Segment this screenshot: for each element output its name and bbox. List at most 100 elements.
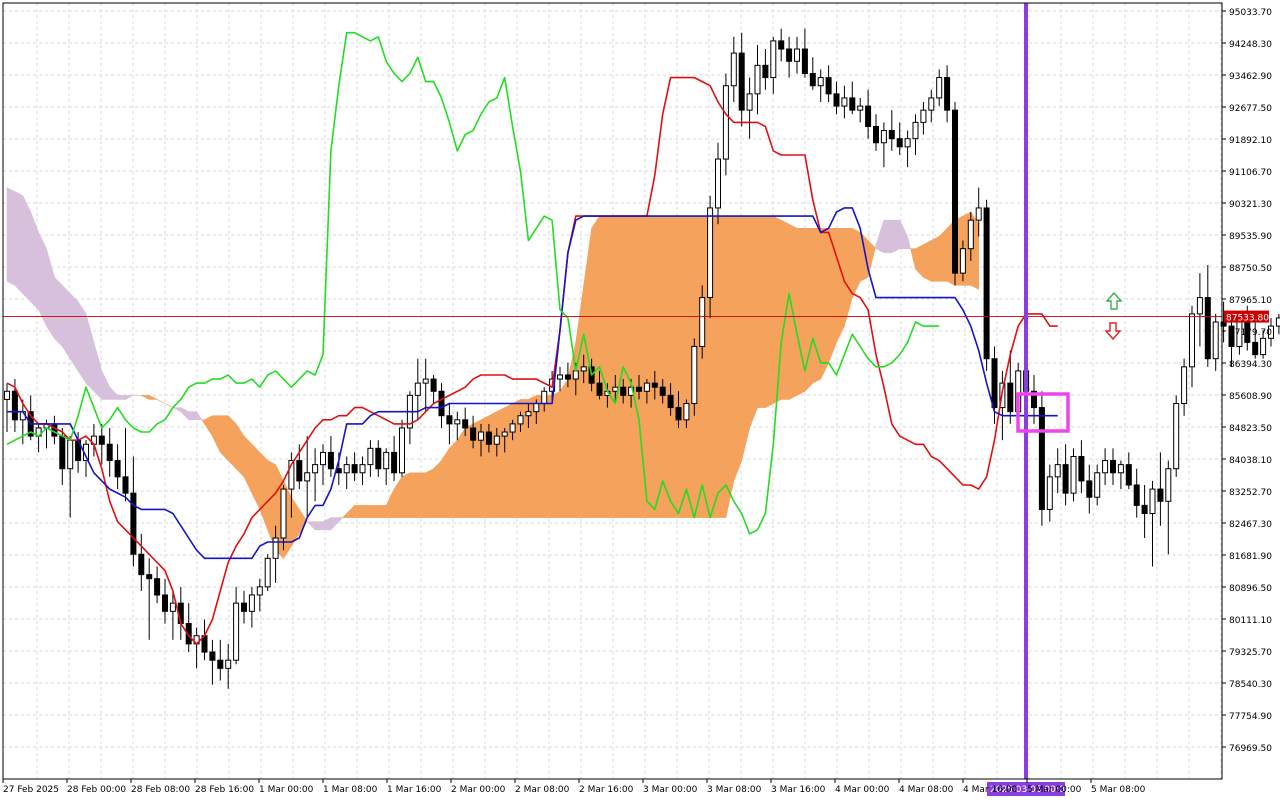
- cloud-segment: [559, 378, 569, 518]
- candle-body: [572, 370, 579, 380]
- cloud-segment: [22, 195, 32, 303]
- cloud-segment: [749, 215, 758, 429]
- cloud-segment: [54, 276, 63, 348]
- candle-body: [1212, 321, 1219, 360]
- candle-body: [225, 659, 232, 669]
- price-tick-label: 89535.90: [1229, 232, 1272, 242]
- cloud-segment: [765, 215, 774, 409]
- price-tick-label: 91892.10: [1229, 136, 1272, 146]
- cloud-segment: [828, 228, 837, 363]
- price-tick-label: 80896.50: [1229, 584, 1272, 594]
- time-tick-label: 2 Mar 08:00: [515, 785, 570, 795]
- candle-body: [383, 451, 390, 470]
- cloud-segment: [630, 215, 640, 518]
- cloud-segment: [725, 215, 735, 518]
- cloud-segment: [543, 395, 553, 518]
- chart-container[interactable]: 87533.80 2025.03.05 00:00 95033.70 94248.3…: [0, 0, 1280, 800]
- time-tick-label: 5 Mar 00:00: [1027, 785, 1082, 795]
- cloud-segment: [480, 415, 490, 518]
- candle-body: [1078, 455, 1085, 482]
- cloud-segment: [401, 472, 411, 518]
- cloud-segment: [220, 415, 229, 462]
- candle-body: [67, 439, 74, 470]
- candle-body: [541, 390, 548, 405]
- candle-body: [351, 464, 358, 474]
- time-tick-label: 28 Feb 08:00: [131, 785, 190, 795]
- candle-body: [722, 85, 729, 160]
- candle-body: [1007, 382, 1014, 413]
- time-tick-label: 2 Mar 00:00: [451, 785, 506, 795]
- candle-body: [517, 415, 524, 425]
- candle-body: [1204, 297, 1211, 360]
- candle-body: [391, 451, 398, 474]
- candle-body: [754, 64, 761, 95]
- candle-body: [422, 378, 429, 384]
- candle-body: [146, 574, 153, 580]
- price-tick-label: 78540.30: [1229, 680, 1272, 690]
- candle-body: [217, 659, 224, 669]
- cloud-segment: [441, 447, 450, 518]
- candle-body: [485, 431, 492, 445]
- cloud-segment: [504, 403, 513, 518]
- cloud-segment: [646, 215, 656, 518]
- candle-body: [809, 72, 816, 87]
- price-tick-label: 87965.10: [1229, 296, 1272, 306]
- time-tick-label: 1 Mar 00:00: [259, 785, 314, 795]
- candle-body: [991, 358, 998, 409]
- price-tick-label: 95033.70: [1229, 8, 1272, 18]
- time-tick-label: 3 Mar 00:00: [643, 785, 698, 795]
- price-tick-label: 85608.90: [1229, 392, 1272, 402]
- cloud-segment: [938, 227, 948, 282]
- cloud-segment: [607, 215, 616, 518]
- candle-body: [241, 602, 247, 612]
- ichimoku-chart[interactable]: 87533.802025.03.05 00:00 95033.7094248.3…: [0, 0, 1280, 800]
- time-tick-label: 28 Feb 00:00: [67, 785, 126, 795]
- candle-body: [1133, 484, 1140, 506]
- price-tick-label: 88750.50: [1229, 264, 1272, 274]
- cloud-segment: [883, 219, 893, 254]
- price-tick-label: 81681.90: [1229, 552, 1272, 562]
- candle-body: [375, 447, 382, 470]
- candle-body: [209, 651, 216, 661]
- cloud-segment: [14, 191, 24, 295]
- candle-body: [1102, 460, 1109, 474]
- candle-body: [304, 472, 311, 482]
- cloud-segment: [733, 215, 743, 482]
- cloud-segment: [923, 240, 932, 282]
- candle-body: [454, 419, 461, 425]
- cloud-segment: [449, 439, 458, 518]
- candle-body: [841, 97, 848, 107]
- price-tick-label: 86394.30: [1229, 360, 1272, 370]
- candle-body: [1196, 297, 1203, 315]
- cloud-segment: [188, 411, 197, 421]
- price-tick-label: 77754.90: [1229, 712, 1272, 722]
- candle-body: [746, 93, 753, 111]
- candle-body: [327, 451, 334, 470]
- candle-body: [983, 207, 990, 360]
- time-tick-label: 1 Mar 16:00: [387, 785, 442, 795]
- cloud-segment: [622, 215, 632, 518]
- candle-body: [162, 594, 168, 612]
- time-tick-label: 27 Feb 2025: [3, 785, 59, 795]
- candle-body: [865, 105, 872, 127]
- cloud-segment: [425, 468, 434, 518]
- candle-body: [51, 423, 58, 437]
- candle-body: [320, 451, 326, 466]
- price-tick-label: 80111.10: [1229, 616, 1272, 626]
- cloud-segment: [599, 215, 608, 518]
- candle-body: [1070, 455, 1077, 494]
- candle-body: [1046, 476, 1053, 510]
- price-tick-label: 87179.70: [1229, 328, 1272, 338]
- time-tick-label: 4 Mar 08:00: [899, 785, 954, 795]
- candle-body: [1062, 464, 1069, 494]
- candle-body: [849, 97, 856, 111]
- cloud-segment: [757, 215, 766, 408]
- cloud-segment: [61, 284, 71, 360]
- cloud-segment: [535, 395, 545, 518]
- candle-body: [1125, 464, 1132, 486]
- candle-body: [114, 460, 121, 478]
- cloud-segment: [227, 414, 237, 470]
- cloud-segment: [780, 219, 790, 400]
- candle-body: [312, 464, 319, 474]
- candle-body: [833, 93, 840, 107]
